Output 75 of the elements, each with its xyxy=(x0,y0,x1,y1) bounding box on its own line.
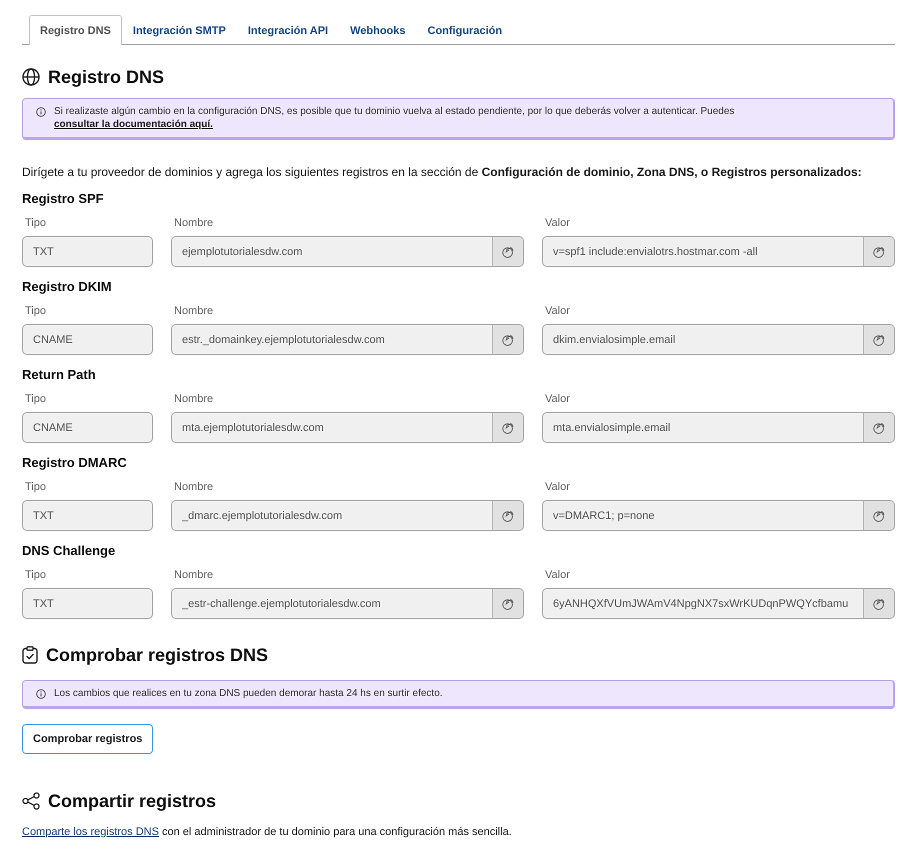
field-label: Nombre xyxy=(174,480,214,494)
clipboard-check-icon xyxy=(22,646,38,664)
share-records-link[interactable]: Comparte los registros DNS xyxy=(22,826,159,838)
overlapping-circles-icon xyxy=(873,598,885,610)
overlapping-circles-icon xyxy=(873,246,885,258)
field-label: Valor xyxy=(545,480,571,494)
input-field[interactable]: mta.envialosimple.email xyxy=(542,412,864,443)
overlapping-circles-icon xyxy=(873,510,885,522)
copy-button[interactable] xyxy=(492,412,524,443)
input-field[interactable]: 6yANHQXfVUmJWAmV4NpgNX7sxWrKUDqnPWQYcfbamu xyxy=(542,588,864,619)
overlapping-circles-icon xyxy=(502,422,514,434)
record-title: Registro DKIM xyxy=(22,279,113,295)
field-label: Valor xyxy=(545,568,571,582)
copy-button[interactable] xyxy=(863,500,895,531)
tab[interactable]: Integración SMTP xyxy=(122,15,237,45)
instructions-text: Dirígete a tu proveedor de dominios y agrega los siguientes registros en la sección de Configuración de dominio, Zona DNS, o Registros personalizados: xyxy=(22,165,863,179)
copy-button[interactable] xyxy=(863,236,895,267)
overlapping-circles-icon xyxy=(502,246,514,258)
input-field[interactable]: mta.ejemplotutorialesdw.com xyxy=(171,412,493,443)
input-field[interactable]: dkim.envialosimple.email xyxy=(542,324,864,355)
input-field[interactable]: v=spf1 include:envialotrs.hostmar.com -all xyxy=(542,236,864,267)
tab[interactable]: Webhooks xyxy=(339,15,417,45)
field-label: Tipo xyxy=(25,480,47,494)
input-field[interactable]: estr._domainkey.ejemplotutorialesdw.com xyxy=(171,324,493,355)
field-label: Valor xyxy=(545,216,571,230)
record-title: DNS Challenge xyxy=(22,543,116,559)
input-field[interactable]: _dmarc.ejemplotutorialesdw.com xyxy=(171,500,493,531)
record-title: Registro DMARC xyxy=(22,455,128,471)
tab[interactable]: Registro DNS xyxy=(29,15,122,45)
alert-text: Si realizaste algún cambio en la configuración DNS, es posible que tu dominio vuelva al estado pendiente, por lo que deberás volver a autenticar. Puedes consultar la documentación aquí. xyxy=(54,105,736,131)
overlapping-circles-icon xyxy=(873,422,885,434)
input-field[interactable]: _estr-challenge.ejemplotutorialesdw.com xyxy=(171,588,493,619)
share-icon xyxy=(22,792,40,810)
field-label: Nombre xyxy=(174,392,214,406)
copy-button[interactable] xyxy=(863,412,895,443)
alert-text: Los cambios que realices en tu zona DNS pueden demorar hasta 24 hs en surtir efecto. xyxy=(54,687,443,700)
input-field[interactable]: TXT xyxy=(22,588,153,619)
field-label: Tipo xyxy=(25,392,47,406)
copy-button[interactable] xyxy=(863,588,895,619)
globe-icon xyxy=(22,68,40,86)
field-label: Nombre xyxy=(174,216,214,230)
input-field[interactable]: TXT xyxy=(22,236,153,267)
copy-button[interactable] xyxy=(492,236,524,267)
info-icon xyxy=(36,107,46,117)
field-label: Nombre xyxy=(174,304,214,318)
info-icon xyxy=(36,689,46,699)
input-field[interactable]: TXT xyxy=(22,500,153,531)
overlapping-circles-icon xyxy=(502,510,514,522)
copy-button[interactable] xyxy=(492,324,524,355)
tab[interactable]: Integración API xyxy=(236,15,340,45)
overlapping-circles-icon xyxy=(502,334,514,346)
input-field[interactable]: v=DMARC1; p=none xyxy=(542,500,864,531)
section-title: Comprobar registros DNS xyxy=(46,644,268,667)
section-title: Compartir registros xyxy=(48,790,216,813)
share-text: Comparte los registros DNS con el administrador de tu dominio para una configuración más sencilla. xyxy=(22,825,513,839)
check-records-button[interactable]: Comprobar registros xyxy=(22,724,154,754)
input-field[interactable]: CNAME xyxy=(22,324,153,355)
overlapping-circles-icon xyxy=(873,334,885,346)
input-field[interactable]: CNAME xyxy=(22,412,153,443)
field-label: Nombre xyxy=(174,568,214,582)
copy-button[interactable] xyxy=(863,324,895,355)
overlapping-circles-icon xyxy=(502,598,514,610)
record-title: Return Path xyxy=(22,367,97,383)
field-label: Tipo xyxy=(25,568,47,582)
documentation-link[interactable]: consultar la documentación aquí. xyxy=(54,119,213,130)
field-label: Tipo xyxy=(25,216,47,230)
input-field[interactable]: ejemplotutorialesdw.com xyxy=(171,236,493,267)
section-title: Registro DNS xyxy=(48,66,164,89)
tab[interactable]: Configuración xyxy=(416,15,514,45)
record-title: Registro SPF xyxy=(22,191,105,207)
field-label: Valor xyxy=(545,304,571,318)
field-label: Tipo xyxy=(25,304,47,318)
copy-button[interactable] xyxy=(492,500,524,531)
field-label: Valor xyxy=(545,392,571,406)
copy-button[interactable] xyxy=(492,588,524,619)
